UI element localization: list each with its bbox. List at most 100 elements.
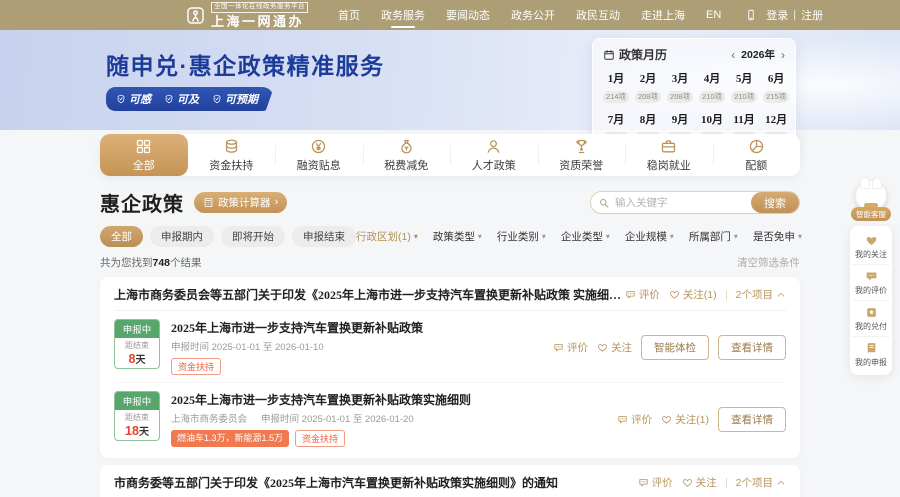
evaluate-link[interactable]: 评价: [638, 475, 673, 490]
mobile-app-icon[interactable]: [745, 9, 757, 21]
dropdown-label: 企业规模: [625, 229, 667, 244]
filter-dropdown[interactable]: 企业类型▾: [561, 229, 610, 244]
chevron-right-icon[interactable]: ›: [781, 49, 785, 61]
divider: [726, 290, 727, 300]
comment-filled-icon: [865, 270, 878, 283]
filter-dropdown[interactable]: 行政区划(1)▾: [356, 229, 418, 244]
assistant-item-label: 我的关注: [855, 249, 887, 260]
assistant-item[interactable]: 我的关注: [852, 229, 890, 264]
filter-dropdown[interactable]: 所属部门▾: [689, 229, 738, 244]
nav-item[interactable]: 政务公开: [511, 0, 555, 30]
briefcase-icon: [660, 138, 677, 155]
calendar-header: 政策月历 ‹ 2026年 ›: [603, 46, 785, 63]
status-filter-pill[interactable]: 全部: [100, 226, 143, 247]
chevron-down-icon: ▾: [414, 232, 418, 241]
chevron-down-icon: ▾: [798, 232, 802, 241]
policy-group-header: 上海市商务委员会等五部门关于印发《2025年上海市进一步支持汽车置换更新补贴政策…: [114, 286, 786, 311]
filter-dropdown[interactable]: 是否免申▾: [753, 229, 802, 244]
assistant-item[interactable]: 我的评价: [852, 264, 890, 300]
filter-dropdown[interactable]: 行业类别▾: [497, 229, 546, 244]
register-link[interactable]: 注册: [801, 7, 823, 23]
nav-item[interactable]: 要闻动态: [446, 0, 490, 30]
calendar-month-label: 12月: [763, 111, 789, 127]
comment-icon: [625, 289, 636, 300]
chevron-down-icon: ▾: [542, 232, 546, 241]
comment-icon: [617, 414, 628, 425]
tab-honor[interactable]: 资质荣誉: [538, 134, 626, 176]
calendar-month-cell[interactable]: 6月215项: [763, 70, 789, 104]
assistant-menu: 我的关注我的评价我的兑付我的申报: [850, 226, 892, 375]
follow-link[interactable]: 关注: [682, 475, 717, 490]
assistant-item-label: 我的兑付: [855, 321, 887, 332]
calendar-month-cell[interactable]: 4月210项: [699, 70, 725, 104]
chevron-down-icon: ▾: [734, 232, 738, 241]
filter-dropdown[interactable]: 政策类型▾: [433, 229, 482, 244]
policy-calculator-button[interactable]: 政策计算器 ›: [194, 192, 287, 213]
evaluate-label: 评价: [631, 412, 652, 427]
smart-check-button[interactable]: 智能体检: [641, 335, 709, 360]
money-bag-icon: [398, 138, 415, 155]
status-filter-pill[interactable]: 即将开始: [221, 226, 285, 247]
tab-label: 融资贴息: [297, 157, 341, 173]
refresh-yen-icon: [310, 138, 327, 155]
calendar-month-label: 8月: [635, 111, 661, 127]
nav-item[interactable]: 政民互动: [576, 0, 620, 30]
policy-title[interactable]: 2025年上海市进一步支持汽车置换更新补贴政策: [171, 319, 553, 336]
chevron-up-icon: [776, 478, 786, 488]
status-filter-pill[interactable]: 申报结束: [292, 226, 356, 247]
follow-link[interactable]: 关注(1): [661, 412, 709, 427]
tab-coins[interactable]: 资金扶持: [188, 134, 276, 176]
view-details-button[interactable]: 查看详情: [718, 335, 786, 360]
evaluate-link[interactable]: 评价: [625, 287, 660, 302]
status-badge: 申报中: [115, 320, 159, 338]
policy-group-header: 市商务委等五部门关于印发《2025年上海市汽车置换更新补贴政策实施细则》的通知 评…: [114, 474, 786, 497]
heart-filled-icon: [865, 234, 878, 247]
nav-item[interactable]: EN: [706, 0, 721, 30]
hero-badge: 可预期: [212, 91, 258, 107]
search-bar: 搜索: [590, 191, 800, 214]
follow-link[interactable]: 关注: [597, 340, 632, 355]
policy-item-actions: 评价关注智能体检查看详情: [553, 335, 786, 360]
nav-item[interactable]: 走进上海: [641, 0, 685, 30]
status-filter-pill[interactable]: 申报期内: [150, 226, 214, 247]
tab-briefcase[interactable]: 稳岗就业: [625, 134, 713, 176]
header-right: 登录 | 注册: [745, 7, 823, 23]
evaluate-link[interactable]: 评价: [617, 412, 652, 427]
tab-grid[interactable]: 全部: [100, 134, 188, 176]
assistant-item[interactable]: 我的申报: [852, 336, 890, 372]
search-button[interactable]: 搜索: [751, 192, 799, 213]
person-icon: [485, 138, 502, 155]
filter-dropdown[interactable]: 企业规模▾: [625, 229, 674, 244]
collapse-toggle[interactable]: 2个项目: [736, 475, 786, 490]
calendar-month-cell[interactable]: 5月210项: [731, 70, 757, 104]
chevron-left-icon[interactable]: ‹: [731, 49, 735, 61]
hero-badge-label: 可及: [177, 91, 199, 107]
tab-pie[interactable]: 配额: [713, 134, 801, 176]
nav-item[interactable]: 首页: [338, 0, 360, 30]
top-header: 全国一体化在线政务服务平台 上海一网通办 首页政务服务要闻动态政务公开政民互动走…: [0, 0, 900, 30]
shield-icon: [164, 94, 174, 104]
policy-title[interactable]: 2025年上海市进一步支持汽车置换更新补贴政策实施细则: [171, 391, 617, 408]
login-link[interactable]: 登录: [766, 7, 788, 23]
collapse-toggle[interactable]: 2个项目: [736, 287, 786, 302]
view-details-button[interactable]: 查看详情: [718, 407, 786, 432]
evaluate-link[interactable]: 评价: [553, 340, 588, 355]
site-logo[interactable]: 全国一体化在线政务服务平台 上海一网通办: [186, 2, 308, 28]
group-actions: 评价关注(1) 2个项目: [625, 287, 786, 302]
tab-person[interactable]: 人才政策: [450, 134, 538, 176]
clear-filters-link[interactable]: 清空筛选条件: [737, 255, 800, 270]
assistant-item[interactable]: 我的兑付: [852, 300, 890, 336]
group-title: 市商务委等五部门关于印发《2025年上海市汽车置换更新补贴政策实施细则》的通知: [114, 474, 558, 491]
calendar-month-label: 6月: [763, 70, 789, 86]
calendar-month-cell[interactable]: 3月208项: [667, 70, 693, 104]
tab-label: 资质荣誉: [559, 157, 603, 173]
hero-badges: 可感可及可预期: [106, 87, 274, 111]
calendar-month-cell[interactable]: 1月214项: [603, 70, 629, 104]
policy-section-header: 惠企政策 政策计算器 › 搜索: [100, 188, 800, 217]
tab-money-bag[interactable]: 税费减免: [363, 134, 451, 176]
nav-item[interactable]: 政务服务: [381, 0, 425, 30]
calendar-month-cell[interactable]: 2月208项: [635, 70, 661, 104]
follow-link[interactable]: 关注(1): [669, 287, 717, 302]
tab-refresh-yen[interactable]: 融资贴息: [275, 134, 363, 176]
policy-tag: 资金扶持: [171, 358, 221, 375]
